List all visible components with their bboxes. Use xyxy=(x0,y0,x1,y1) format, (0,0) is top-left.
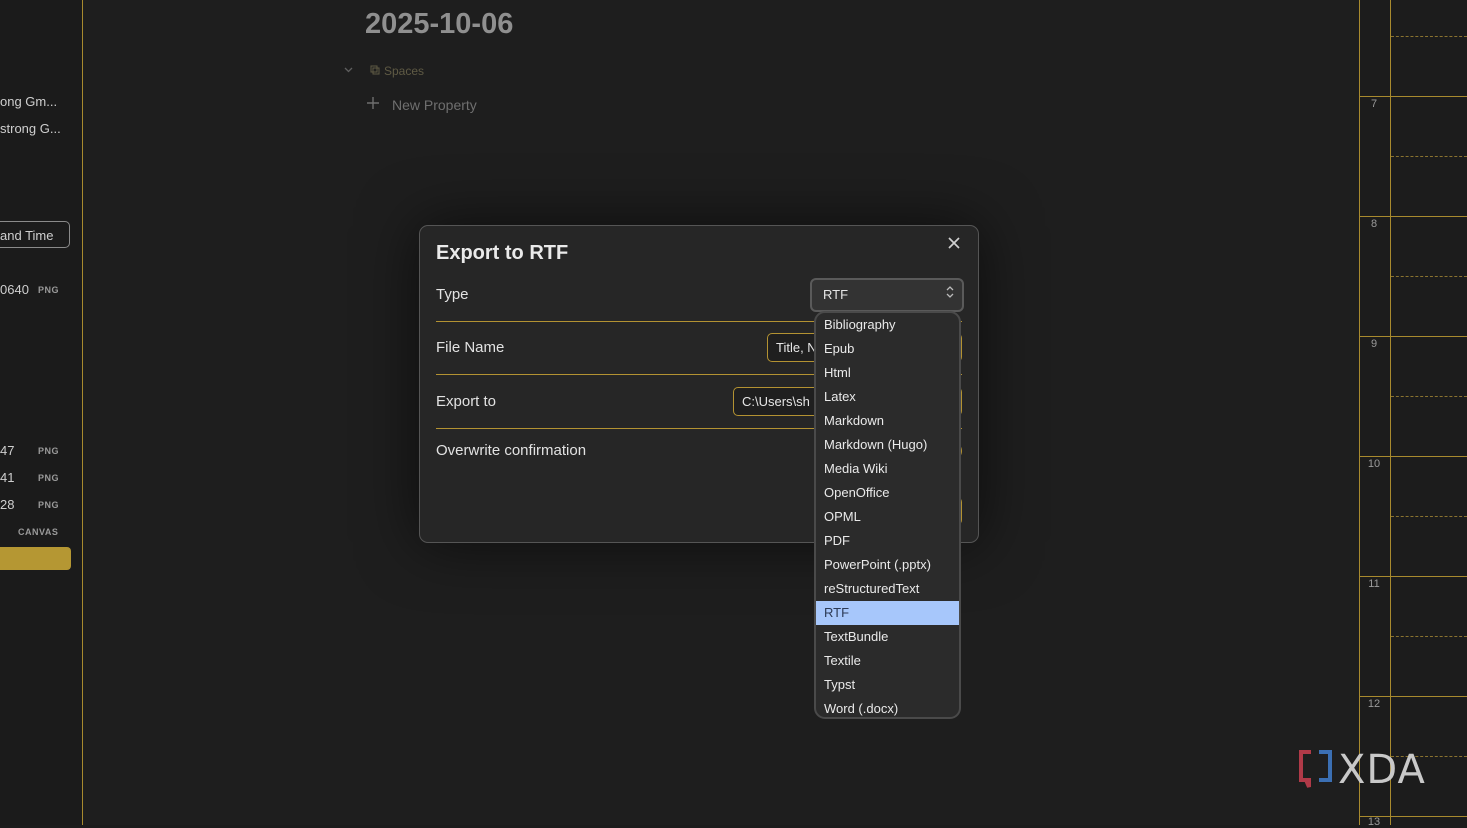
calendar-hour-label: 9 xyxy=(1370,338,1378,350)
note-title[interactable]: 2025-10-06 xyxy=(365,8,513,41)
overwrite-label: Overwrite confirmation xyxy=(436,442,587,459)
property-label[interactable]: Spaces xyxy=(384,64,424,78)
export-to-label: Export to xyxy=(436,393,497,410)
calendar-half-hour xyxy=(1391,36,1467,37)
file-item-3[interactable]: 41 xyxy=(0,470,14,485)
calendar-half-hour xyxy=(1391,636,1467,637)
calendar-day-view: 7 8 9 10 11 12 13 xyxy=(1359,0,1467,828)
dropdown-option[interactable]: Typst xyxy=(816,673,959,697)
file-badge-5: CANVAS xyxy=(18,527,59,537)
calendar-hour-line xyxy=(1359,216,1467,217)
calendar-hour-line xyxy=(1359,336,1467,337)
calendar-half-hour xyxy=(1391,156,1467,157)
type-label: Type xyxy=(436,286,469,303)
dropdown-option[interactable]: Latex xyxy=(816,385,959,409)
calendar-hour-divider xyxy=(1390,0,1391,825)
plus-icon xyxy=(366,96,380,113)
file-name-label: File Name xyxy=(436,339,505,356)
calendar-hour-label: 7 xyxy=(1370,98,1378,110)
property-row: Spaces xyxy=(343,64,424,78)
dropdown-option[interactable]: Epub xyxy=(816,337,959,361)
sidebar-item-1[interactable]: ong Gm... xyxy=(0,94,57,109)
file-item-2[interactable]: 47 xyxy=(0,443,14,458)
calendar-hour-line xyxy=(1359,456,1467,457)
dropdown-option[interactable]: TextBundle xyxy=(816,625,959,649)
dropdown-option[interactable]: PowerPoint (.pptx) xyxy=(816,553,959,577)
dropdown-option[interactable]: OPML xyxy=(816,505,959,529)
xda-logo-icon xyxy=(1298,746,1334,793)
calendar-half-hour xyxy=(1391,396,1467,397)
dropdown-option[interactable]: Textile xyxy=(816,649,959,673)
file-item-4[interactable]: 28 xyxy=(0,497,14,512)
file-badge-4: PNG xyxy=(38,500,60,510)
type-dropdown-list: Bibliography Epub Html Latex Markdown Markdow… xyxy=(814,311,961,719)
dropdown-option[interactable]: PDF xyxy=(816,529,959,553)
new-property-label: New Property xyxy=(392,96,477,113)
calendar-hour-line xyxy=(1359,696,1467,697)
calendar-hour-line xyxy=(1359,96,1467,97)
active-file-item[interactable] xyxy=(0,547,71,570)
dropdown-option[interactable]: Html xyxy=(816,361,959,385)
calendar-hour-label: 13 xyxy=(1367,816,1381,828)
dropdown-option[interactable]: Markdown xyxy=(816,409,959,433)
file-badge-1: PNG xyxy=(38,285,60,295)
new-property-button[interactable]: New Property xyxy=(366,96,477,113)
dropdown-option[interactable]: Media Wiki xyxy=(816,457,959,481)
chevron-updown-icon xyxy=(946,285,954,301)
dropdown-option[interactable]: Word (.docx) xyxy=(816,697,959,717)
sidebar-item-2[interactable]: strong G... xyxy=(0,121,61,136)
dropdown-option[interactable]: reStructuredText xyxy=(816,577,959,601)
file-item-1[interactable]: 0640 xyxy=(0,282,29,297)
watermark-text: XDA xyxy=(1338,746,1426,793)
file-name-value: Title, N xyxy=(776,340,817,355)
calendar-hour-label: 11 xyxy=(1368,578,1380,590)
dropdown-option[interactable]: Bibliography xyxy=(816,313,959,337)
calendar-hour-label: 8 xyxy=(1370,218,1378,230)
calendar-hour-line xyxy=(1359,576,1467,577)
left-sidebar: ong Gm... strong G... and Time 0640 PNG … xyxy=(0,0,83,825)
dropdown-options: Bibliography Epub Html Latex Markdown Markdow… xyxy=(816,313,959,717)
type-select[interactable]: RTF xyxy=(810,278,964,312)
file-badge-2: PNG xyxy=(38,446,60,456)
date-time-button-label: and Time xyxy=(0,228,54,243)
close-icon[interactable] xyxy=(945,235,963,253)
dropdown-option[interactable]: Markdown (Hugo) xyxy=(816,433,959,457)
dropdown-option[interactable]: RTF xyxy=(816,601,959,625)
calendar-hour-label: 10 xyxy=(1367,458,1381,470)
calendar-hour-label: 12 xyxy=(1367,698,1381,710)
copy-icon xyxy=(370,64,380,78)
xda-watermark: XDA xyxy=(1298,746,1426,793)
export-to-value: C:\Users\sh xyxy=(742,394,810,409)
chevron-down-icon[interactable] xyxy=(343,64,354,78)
file-badge-3: PNG xyxy=(38,473,60,483)
dialog-title: Export to RTF xyxy=(436,242,569,264)
calendar-half-hour xyxy=(1391,516,1467,517)
dropdown-option[interactable]: OpenOffice xyxy=(816,481,959,505)
type-select-value: RTF xyxy=(823,287,849,302)
calendar-half-hour xyxy=(1391,276,1467,277)
